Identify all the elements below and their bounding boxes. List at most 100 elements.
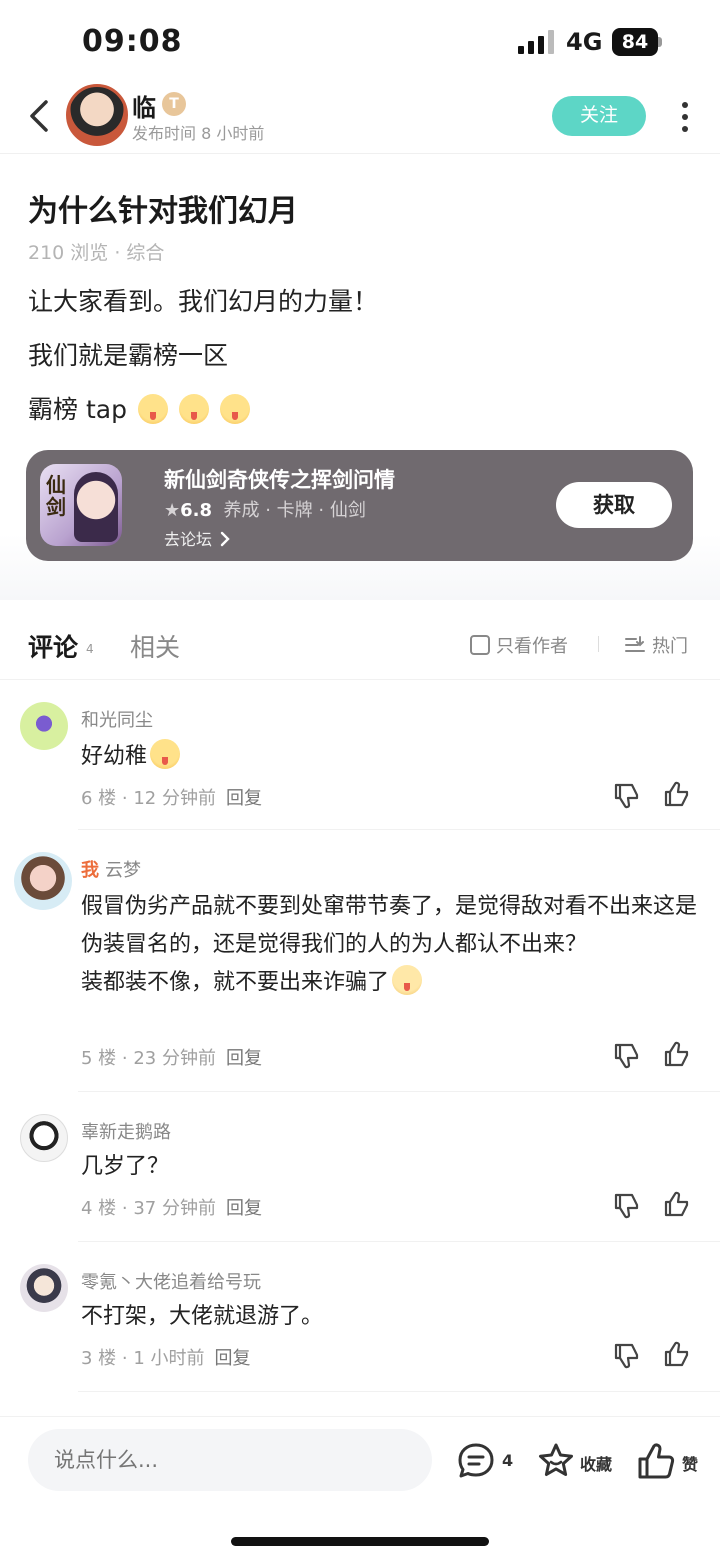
- comment-icon[interactable]: [456, 1441, 496, 1481]
- comment-text: 好幼稚: [81, 738, 701, 776]
- dislike-icon[interactable]: [612, 1190, 642, 1220]
- dislike-icon[interactable]: [612, 1340, 642, 1370]
- dislike-icon[interactable]: [612, 780, 642, 810]
- bottom-bar: 4 收藏 赞: [0, 1416, 720, 1558]
- commenter-name[interactable]: 和光同尘: [81, 706, 153, 732]
- post-body: 为什么针对我们幻月 210 浏览 · 综合 让大家看到。我们幻月的力量！ 我们就…: [0, 154, 720, 600]
- comment-floor-time: 5 楼 · 23 分钟前: [81, 1048, 216, 1069]
- follow-button[interactable]: 关注: [552, 96, 646, 136]
- home-indicator[interactable]: [231, 1537, 489, 1546]
- comment-floor-time: 3 楼 · 1 小时前: [81, 1348, 205, 1369]
- comment-text-content: 假冒伪劣产品就不要到处窜带节奏了，是觉得敌对看不出来这是伪装冒名的，还是觉得我们…: [81, 894, 698, 957]
- status-bar: 09:08 4G 84: [0, 0, 720, 80]
- commenter-avatar[interactable]: [14, 852, 72, 910]
- post-line: 我们就是霸榜一区: [28, 341, 229, 370]
- comment-count: 4: [502, 1451, 514, 1470]
- comment-tabs: 评论 4 相关 只看作者 热门: [0, 600, 720, 680]
- commenter-name[interactable]: 我云梦: [81, 856, 141, 882]
- thumbs-up-icon[interactable]: [636, 1441, 676, 1481]
- comment-input[interactable]: [28, 1429, 432, 1491]
- checkbox-icon[interactable]: [470, 635, 490, 655]
- author-name[interactable]: 临: [132, 88, 156, 123]
- like-icon[interactable]: [662, 1040, 692, 1070]
- commenter-name-text: 云梦: [105, 860, 141, 881]
- star-icon[interactable]: [536, 1441, 576, 1481]
- game-icon-text: 仙剑: [46, 473, 66, 519]
- forum-link[interactable]: 去论坛: [164, 526, 231, 550]
- rating-value: 6.8: [180, 500, 213, 521]
- post-line: 霸榜 tap: [28, 390, 250, 426]
- commenter-avatar[interactable]: [20, 702, 68, 750]
- comment-text: 几岁了？: [81, 1154, 170, 1179]
- signal-icon: [518, 30, 554, 54]
- game-card[interactable]: 仙剑 新仙剑奇侠传之挥剑问情 ★6.8 养成 · 卡牌 · 仙剑 去论坛 获取: [26, 450, 693, 561]
- reply-button[interactable]: 回复: [226, 1048, 262, 1069]
- comment-text: 假冒伪劣产品就不要到处窜带节奏了，是觉得敌对看不出来这是伪装冒名的，还是觉得我们…: [81, 888, 701, 1002]
- commenter-name[interactable]: 辜新走鹅路: [81, 1118, 171, 1144]
- sort-button[interactable]: 热门: [624, 632, 688, 658]
- comment-floor-time: 4 楼 · 37 分钟前: [81, 1198, 216, 1219]
- tongue-emoji-icon: [219, 394, 250, 424]
- tongue-emoji-icon: [178, 394, 209, 424]
- reply-button[interactable]: 回复: [226, 788, 262, 809]
- comment-text-line: 装都装不像，就不要出来诈骗了: [81, 970, 390, 995]
- tab-comments[interactable]: 评论: [28, 628, 82, 668]
- level-badge: T: [162, 92, 186, 116]
- post-time: 发布时间 8 小时前: [132, 124, 265, 143]
- tab-active-indicator: [28, 662, 82, 668]
- comment-item: 和光同尘 好幼稚 6 楼 · 12 分钟前 回复: [0, 680, 720, 830]
- star-icon: ★: [164, 500, 181, 521]
- like-icon[interactable]: [662, 1190, 692, 1220]
- comment-meta: 4 楼 · 37 分钟前 回复: [81, 1194, 262, 1220]
- tab-related[interactable]: 相关: [130, 628, 180, 664]
- comment-item: 零氪丶大佬追着给号玩 不打架，大佬就退游了。 3 楼 · 1 小时前 回复: [0, 1242, 720, 1392]
- comment-item: 我云梦 假冒伪劣产品就不要到处窜带节奏了，是觉得敌对看不出来这是伪装冒名的，还是…: [0, 830, 720, 1092]
- comment-text: 不打架，大佬就退游了。: [81, 1304, 324, 1329]
- back-icon[interactable]: [24, 96, 54, 136]
- battery-level: 84: [612, 28, 658, 56]
- post-meta: 210 浏览 · 综合: [28, 242, 165, 264]
- comment-text-content: 装都装不像，就不要出来诈骗了: [81, 964, 701, 1002]
- comment-text-content: 好幼稚: [81, 744, 148, 769]
- game-tags: 养成 · 卡牌 · 仙剑: [223, 500, 366, 521]
- like-icon[interactable]: [662, 780, 692, 810]
- me-badge: 我: [81, 860, 99, 881]
- post-title: 为什么针对我们幻月: [28, 194, 298, 229]
- commenter-name[interactable]: 零氪丶大佬追着给号玩: [81, 1268, 261, 1294]
- sort-label: 热门: [652, 636, 688, 657]
- only-author-label: 只看作者: [496, 636, 568, 657]
- battery-icon: 84: [612, 28, 662, 56]
- comment-meta: 5 楼 · 23 分钟前 回复: [81, 1044, 262, 1070]
- commenter-avatar[interactable]: [20, 1264, 68, 1312]
- status-time: 09:08: [82, 24, 183, 59]
- more-icon[interactable]: [678, 100, 692, 134]
- sort-icon: [625, 636, 645, 652]
- tab-comments-label: 评论: [28, 633, 79, 662]
- comment-meta: 6 楼 · 12 分钟前 回复: [81, 784, 262, 810]
- comment-floor-time: 6 楼 · 12 分钟前: [81, 788, 216, 809]
- post-line: 让大家看到。我们幻月的力量！: [28, 287, 379, 316]
- commenter-avatar[interactable]: [20, 1114, 68, 1162]
- favorite-label[interactable]: 收藏: [580, 1451, 612, 1475]
- get-game-button[interactable]: 获取: [556, 482, 672, 528]
- game-rating: ★6.8 养成 · 卡牌 · 仙剑: [164, 496, 366, 522]
- network-type: 4G: [566, 28, 603, 56]
- like-icon[interactable]: [662, 1340, 692, 1370]
- like-label[interactable]: 赞: [682, 1451, 698, 1475]
- comment-item: 辜新走鹅路 几岁了？ 4 楼 · 37 分钟前 回复: [0, 1092, 720, 1242]
- comment-meta: 3 楼 · 1 小时前 回复: [81, 1344, 251, 1370]
- tongue-emoji-icon: [137, 394, 168, 424]
- dislike-icon[interactable]: [612, 1040, 642, 1070]
- game-name: 新仙剑奇侠传之挥剑问情: [164, 468, 395, 492]
- reply-button[interactable]: 回复: [226, 1198, 262, 1219]
- chevron-right-icon: [220, 531, 230, 547]
- laugh-emoji-icon: [150, 739, 181, 769]
- author-avatar[interactable]: [66, 84, 128, 146]
- post-header: 临 T 发布时间 8 小时前 关注: [0, 80, 720, 154]
- game-icon: 仙剑: [40, 464, 122, 546]
- post-line-text: 霸榜 tap: [28, 395, 127, 424]
- forum-link-label: 去论坛: [164, 530, 213, 549]
- only-author-toggle[interactable]: 只看作者: [470, 632, 568, 658]
- reply-button[interactable]: 回复: [215, 1348, 251, 1369]
- tab-comments-count: 4: [86, 642, 94, 656]
